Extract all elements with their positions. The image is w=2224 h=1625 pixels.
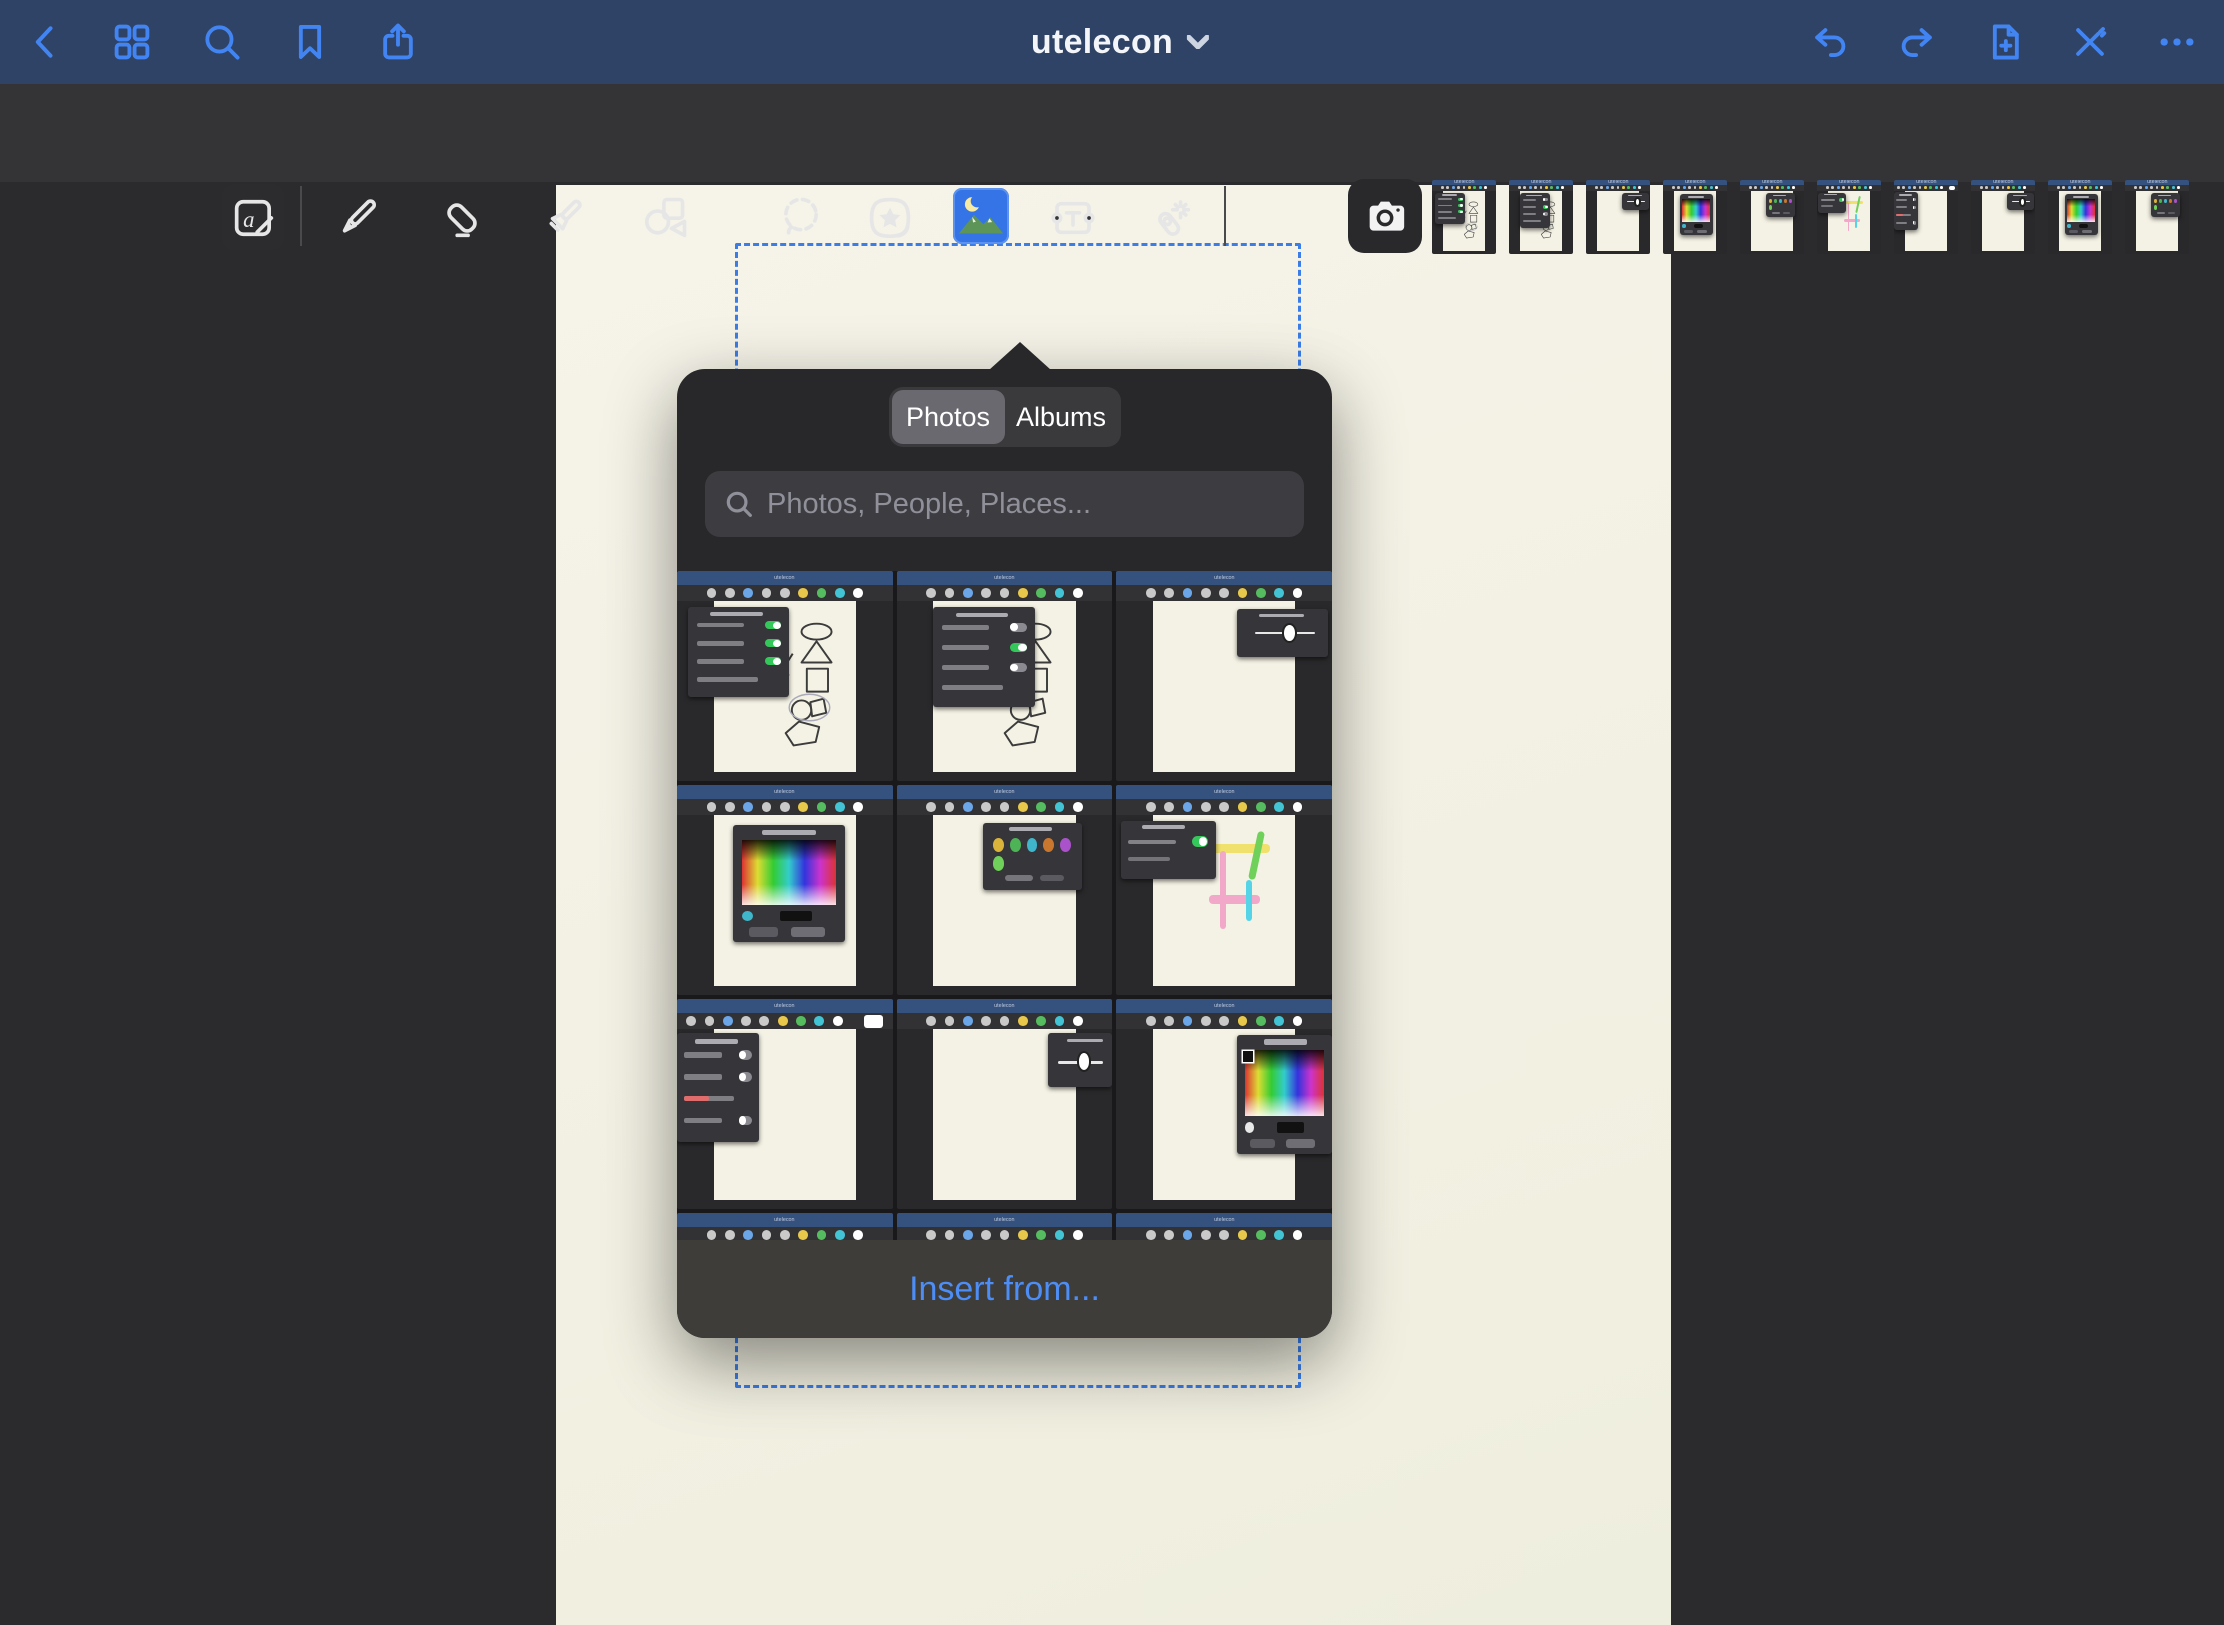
more-ellipsis-icon[interactable] [2155, 20, 2199, 64]
toolbar-divider [1224, 186, 1226, 246]
tab-albums-label: Albums [1016, 402, 1106, 433]
eraser-tool-icon[interactable] [436, 192, 488, 244]
convert-handwriting-tool-icon[interactable]: a [228, 192, 280, 244]
photos-albums-segmented-control: Photos Albums [889, 387, 1121, 447]
photo-thumbnail[interactable]: utelecon [1116, 999, 1332, 1209]
pen-tool-icon[interactable] [331, 192, 383, 244]
chevron-down-icon [1187, 35, 1209, 49]
undo-icon[interactable] [1808, 20, 1852, 64]
page-thumbnail[interactable]: utelecon [1740, 180, 1804, 254]
image-tool-icon[interactable] [953, 188, 1009, 244]
insert-from-label: Insert from... [909, 1270, 1100, 1309]
shapes-tool-icon[interactable] [639, 192, 691, 244]
tab-photos-label: Photos [906, 402, 990, 433]
photo-thumbnail-partial[interactable]: utelecon [897, 1213, 1113, 1240]
thumbnails-grid-icon[interactable] [110, 20, 154, 64]
photo-grid: uteleconuteleconuteleconuteleconutelecon… [677, 571, 1332, 1240]
laser-pointer-tool-icon[interactable] [1142, 192, 1194, 244]
photos-popover: Photos Albums uteleconuteleconuteleconut… [677, 369, 1332, 1338]
photo-thumbnail[interactable]: utelecon [677, 999, 893, 1209]
photo-thumbnail[interactable]: utelecon [1116, 785, 1332, 995]
tab-photos[interactable]: Photos [892, 390, 1005, 444]
page-thumbnail[interactable]: utelecon [1586, 180, 1650, 254]
add-page-icon[interactable] [1982, 20, 2026, 64]
highlighter-tool-icon[interactable] [537, 192, 589, 244]
camera-button[interactable] [1348, 179, 1422, 253]
pen-cross-icon[interactable] [2068, 20, 2112, 64]
page-thumbnail[interactable]: utelecon [2048, 180, 2112, 254]
page-thumbnail[interactable]: utelecon [1894, 180, 1958, 254]
photo-thumbnail[interactable]: utelecon [897, 785, 1113, 995]
photo-thumbnail[interactable]: utelecon [677, 571, 893, 781]
photo-thumbnail[interactable]: utelecon [897, 999, 1113, 1209]
photos-search-input[interactable] [767, 488, 1286, 521]
share-icon[interactable] [376, 20, 420, 64]
svg-text:a: a [243, 207, 254, 232]
tools-bar: a [0, 84, 2224, 182]
search-icon [723, 488, 755, 520]
photo-thumbnail-partial[interactable]: utelecon [677, 1213, 893, 1240]
page-thumbnail[interactable]: utelecon [1663, 180, 1727, 254]
document-title[interactable]: utelecon [1031, 0, 1209, 84]
tab-albums[interactable]: Albums [1005, 390, 1118, 444]
toolbar-divider [300, 186, 302, 246]
text-tool-icon[interactable] [1047, 192, 1099, 244]
photo-thumbnail-partial[interactable]: utelecon [1116, 1213, 1332, 1240]
sticker-tool-icon[interactable] [864, 192, 916, 244]
recent-photos-strip: uteleconuteleconuteleconuteleconutelecon… [1432, 180, 2224, 254]
page-thumbnail[interactable]: utelecon [1817, 180, 1881, 254]
lasso-tool-icon[interactable] [775, 192, 827, 244]
photo-thumbnail[interactable]: utelecon [1116, 571, 1332, 781]
page-thumbnail[interactable]: utelecon [2125, 180, 2189, 254]
redo-icon[interactable] [1895, 20, 1939, 64]
photo-thumbnail[interactable]: utelecon [677, 785, 893, 995]
back-icon[interactable] [24, 20, 68, 64]
photos-search-bar [705, 471, 1304, 537]
page-thumbnail[interactable]: utelecon [1509, 180, 1573, 254]
insert-from-button[interactable]: Insert from... [677, 1240, 1332, 1338]
search-icon[interactable] [200, 20, 244, 64]
page-title: utelecon [1031, 23, 1173, 62]
page-thumbnail[interactable]: utelecon [1971, 180, 2035, 254]
page-thumbnail[interactable]: utelecon [1432, 180, 1496, 254]
nav-bar: utelecon [0, 0, 2224, 84]
bookmark-icon[interactable] [288, 20, 332, 64]
photo-thumbnail[interactable]: utelecon [897, 571, 1113, 781]
